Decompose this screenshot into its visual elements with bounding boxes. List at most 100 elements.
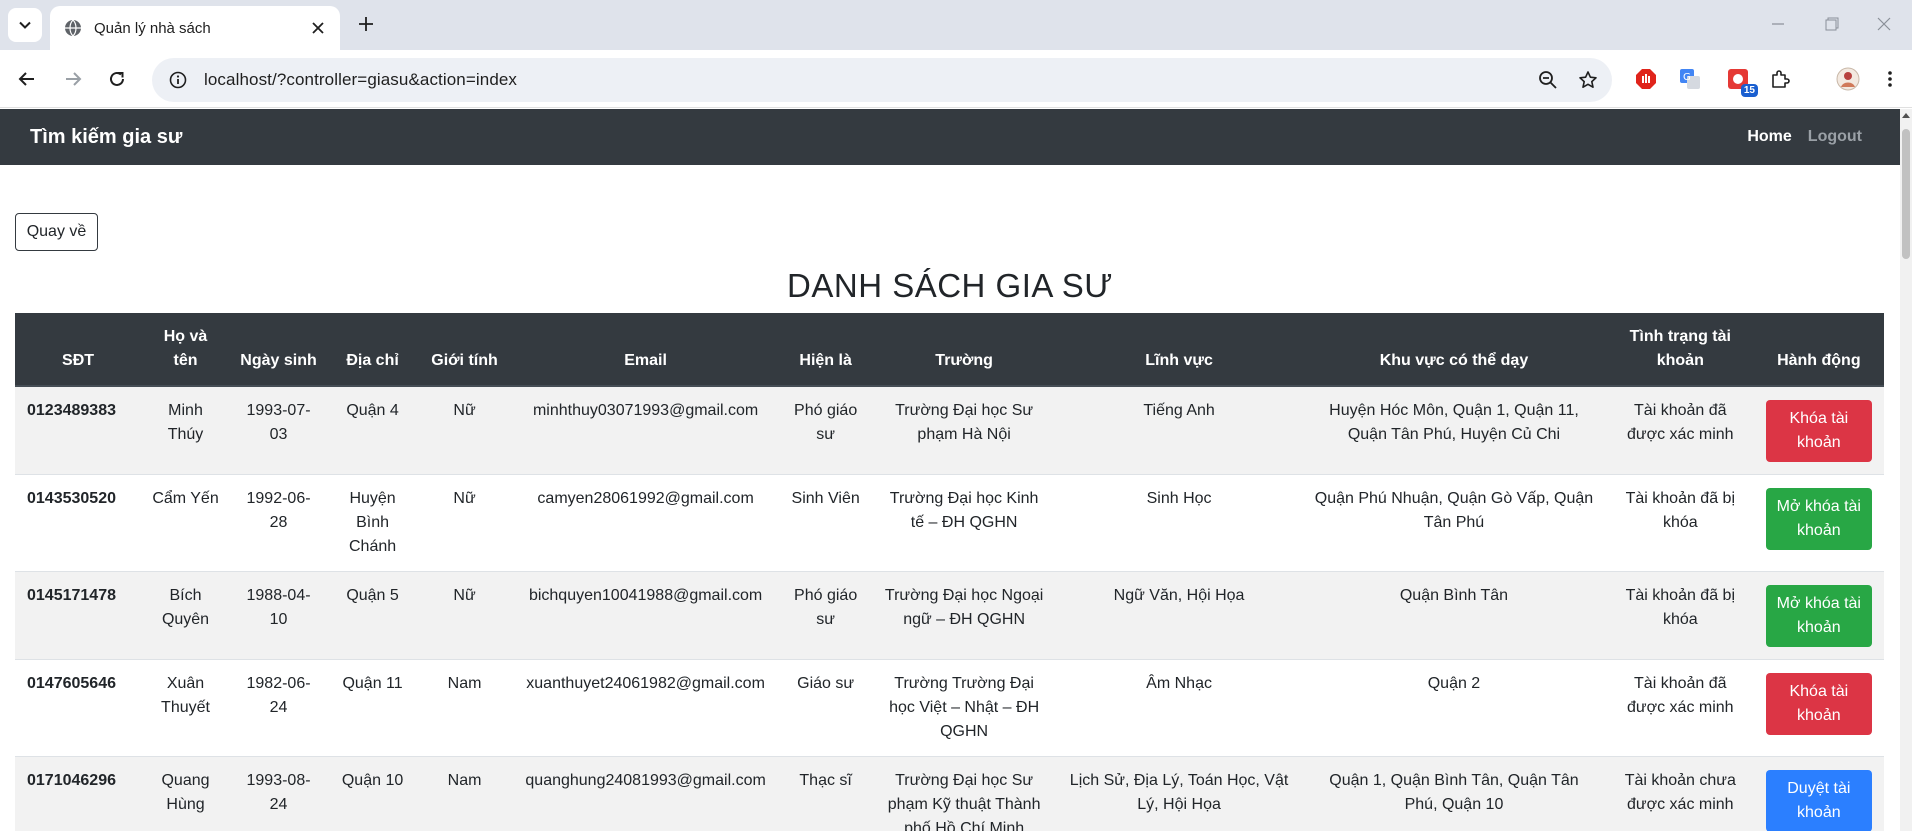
table-row: 0147605646 Xuân Thuyết 1982-06-24 Quận 11 Na… xyxy=(15,659,1884,757)
cell-address: Huyện Bình Chánh xyxy=(327,474,419,572)
cell-status: Tài khoản chưa được xác minh xyxy=(1606,756,1754,831)
cell-gender: Nữ xyxy=(418,385,512,475)
cell-address: Quận 11 xyxy=(327,659,419,757)
svg-text:G: G xyxy=(1683,72,1691,83)
scroll-up-arrow-icon[interactable] xyxy=(1902,113,1910,118)
cell-areas: Quận 1, Quận Bình Tân, Quận Tân Phú, Quậ… xyxy=(1301,756,1607,831)
cell-name: Bích Quyên xyxy=(141,571,230,660)
address-bar[interactable]: localhost/?controller=giasu&action=index xyxy=(152,58,1612,102)
cell-areas: Quận 2 xyxy=(1301,659,1607,757)
page-viewport: Tìm kiếm gia sư Home Logout Quay về DANH… xyxy=(0,109,1900,831)
plus-icon xyxy=(359,17,373,31)
reload-icon xyxy=(110,71,124,86)
cell-phone: 0147605646 xyxy=(15,659,142,757)
account-action-button[interactable]: Mở khóa tài khoản xyxy=(1765,488,1872,550)
site-info-icon[interactable] xyxy=(166,68,190,92)
cell-action: Mở khóa tài khoản xyxy=(1753,571,1884,660)
tab-search-button[interactable] xyxy=(8,8,42,42)
adblock-extension-icon[interactable] xyxy=(1632,65,1660,93)
minimize-button[interactable] xyxy=(1758,8,1798,40)
page-scrollbar[interactable] xyxy=(1900,109,1912,831)
column-header: Ngày sinh xyxy=(229,313,328,387)
cell-school: Trường Đại học Ngoại ngữ – ĐH QGHN xyxy=(871,571,1058,660)
cell-position: Sinh Viên xyxy=(780,474,872,572)
cell-dob: 1982-06-24 xyxy=(229,659,328,757)
cell-position: Phó giáo sư xyxy=(780,385,872,475)
nav-link-logout[interactable]: Logout xyxy=(1808,128,1862,146)
arrow-right-icon xyxy=(66,72,82,86)
cell-field: Lịch Sử, Địa Lý, Toán Học, Vật Lý, Hội H… xyxy=(1057,756,1302,831)
restore-button[interactable] xyxy=(1812,8,1852,40)
cell-gender: Nữ xyxy=(418,474,512,572)
cell-address: Quận 10 xyxy=(327,756,419,831)
cell-action: Duyệt tài khoản xyxy=(1753,756,1884,831)
column-header: Hành động xyxy=(1753,313,1884,387)
url-text[interactable]: localhost/?controller=giasu&action=index xyxy=(204,70,1532,90)
cell-gender: Nữ xyxy=(418,571,512,660)
cell-status: Tài khoản đã bị khóa xyxy=(1606,474,1754,572)
cell-phone: 0123489383 xyxy=(15,385,142,475)
column-header: Khu vực có thể dạy xyxy=(1301,313,1607,387)
menu-kebab-icon[interactable] xyxy=(1876,65,1904,93)
cell-areas: Quận Phú Nhuận, Quận Gò Vấp, Quận Tân Ph… xyxy=(1301,474,1607,572)
bookmark-star-icon[interactable] xyxy=(1572,64,1604,96)
cell-status: Tài khoản đã được xác minh xyxy=(1606,385,1754,475)
column-header: Hiện là xyxy=(780,313,872,387)
back-nav-button[interactable] xyxy=(10,62,44,96)
nav-link-home[interactable]: Home xyxy=(1747,128,1791,146)
cell-field: Tiếng Anh xyxy=(1057,385,1302,475)
profile-avatar-icon[interactable] xyxy=(1834,65,1862,93)
tutor-table: SĐT Họ và tên Ngày sinh Địa chỉ Giới tính Ema… xyxy=(15,313,1884,831)
cell-name: Quang Hùng xyxy=(141,756,230,831)
cell-school: Trường Trường Đại học Việt – Nhật – ĐH Q… xyxy=(871,659,1058,757)
cell-action: Khóa tài khoản xyxy=(1753,659,1884,757)
navbar-brand[interactable]: Tìm kiếm gia sư xyxy=(30,126,182,149)
cell-email: quanghung24081993@gmail.com xyxy=(511,756,781,831)
reload-button[interactable] xyxy=(100,62,134,96)
browser-tab-active[interactable]: Quản lý nhà sách xyxy=(50,6,340,50)
cell-email: camyen28061992@gmail.com xyxy=(511,474,781,572)
close-window-button[interactable] xyxy=(1864,8,1904,40)
cell-position: Thạc sĩ xyxy=(780,756,872,831)
extension-badge: 15 xyxy=(1740,84,1758,97)
cell-phone: 0171046296 xyxy=(15,756,142,831)
forward-nav-button[interactable] xyxy=(56,62,90,96)
column-header: Trường xyxy=(871,313,1058,387)
column-header: Tình trạng tài khoản xyxy=(1606,313,1754,387)
table-row: 0145171478 Bích Quyên 1988-04-10 Quận 5 Nữ bi… xyxy=(15,571,1884,660)
puzzle-extensions-icon[interactable] xyxy=(1766,65,1794,93)
column-header: SĐT xyxy=(15,313,142,387)
cell-field: Âm Nhạc xyxy=(1057,659,1302,757)
cell-areas: Quận Bình Tân xyxy=(1301,571,1607,660)
cell-school: Trường Đại học Sư phạm Hà Nội xyxy=(871,385,1058,475)
account-action-button[interactable]: Khóa tài khoản xyxy=(1765,673,1872,735)
scrollbar-thumb[interactable] xyxy=(1902,129,1910,259)
column-header: Địa chỉ xyxy=(327,313,419,387)
table-header-row: SĐT Họ và tên Ngày sinh Địa chỉ Giới tính Ema… xyxy=(15,313,1884,387)
cell-phone: 0145171478 xyxy=(15,571,142,660)
restore-icon xyxy=(1825,17,1839,31)
zoom-icon[interactable] xyxy=(1532,64,1564,96)
cell-field: Ngữ Văn, Hội Họa xyxy=(1057,571,1302,660)
cell-status: Tài khoản đã được xác minh xyxy=(1606,659,1754,757)
account-action-button[interactable]: Duyệt tài khoản xyxy=(1765,770,1872,831)
back-button[interactable]: Quay về xyxy=(15,213,98,251)
cell-school: Trường Đại học Sư phạm Kỹ thuật Thành ph… xyxy=(871,756,1058,831)
cell-field: Sinh Học xyxy=(1057,474,1302,572)
cell-action: Mở khóa tài khoản xyxy=(1753,474,1884,572)
column-header: Lĩnh vực xyxy=(1057,313,1302,387)
account-action-button[interactable]: Mở khóa tài khoản xyxy=(1765,585,1872,647)
close-icon xyxy=(1877,17,1891,31)
cell-action: Khóa tài khoản xyxy=(1753,385,1884,475)
cell-dob: 1992-06-28 xyxy=(229,474,328,572)
column-header: Giới tính xyxy=(418,313,512,387)
cell-dob: 1993-07-03 xyxy=(229,385,328,475)
translate-extension-icon[interactable]: G xyxy=(1676,65,1704,93)
account-action-button[interactable]: Khóa tài khoản xyxy=(1765,400,1872,462)
new-tab-button[interactable] xyxy=(352,10,380,38)
cell-email: bichquyen10041988@gmail.com xyxy=(511,571,781,660)
notifier-extension-icon[interactable]: 15 xyxy=(1724,65,1758,97)
globe-icon xyxy=(64,19,82,37)
close-icon[interactable] xyxy=(304,14,332,42)
cell-email: minhthuy03071993@gmail.com xyxy=(511,385,781,475)
